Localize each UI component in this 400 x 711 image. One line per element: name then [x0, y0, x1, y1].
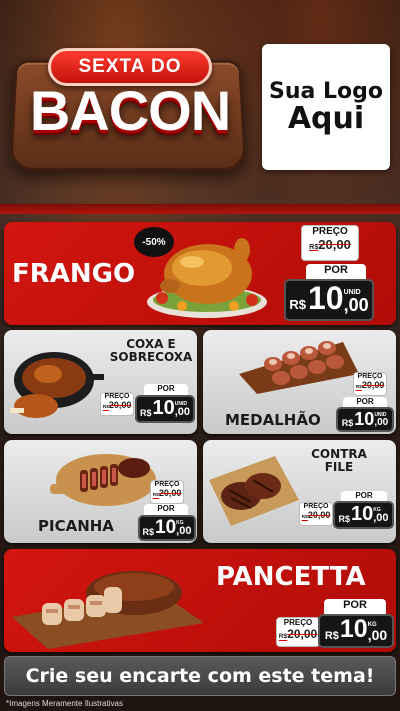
product-name: FRANGO — [12, 259, 136, 289]
contrafile-board-image — [209, 456, 299, 526]
price-box: R$ 10 KG ,00 — [333, 501, 394, 529]
old-price-tag: PREÇO R$20,00 — [301, 225, 359, 261]
disclaimer: *Imagens Meramente Ilustrativas — [6, 699, 123, 708]
campaign-title: BACON — [29, 79, 231, 142]
por-label: POR — [144, 384, 188, 395]
ribbon-text: SEXTA DO — [78, 56, 182, 77]
por-label: POR — [324, 599, 386, 614]
old-price-tag: PREÇO R$20,00 — [299, 502, 333, 526]
picanha-board-image — [50, 454, 156, 506]
old-price-tag: PREÇO R$20,00 — [353, 372, 387, 396]
bacon-medallion-skewers-image — [239, 341, 359, 394]
product-name: PANCETTA — [216, 562, 366, 592]
pancetta-board-image — [12, 571, 204, 649]
old-price: R$20,00 — [278, 627, 318, 641]
price-box: R$ 10 UNID ,00 — [284, 279, 374, 321]
product-name: COXA E SOBRECOXA — [109, 337, 193, 365]
chicken-pan-image — [10, 352, 104, 418]
logo-placeholder: Sua Logo Aqui — [262, 44, 390, 170]
old-price: R$20,00 — [355, 380, 385, 390]
header: SEXTA DO BACON Sua Logo Aqui — [0, 0, 400, 205]
price-box: R$ 10 UNID ,00 — [336, 407, 394, 432]
price-box: R$ 10 UNID ,00 — [135, 395, 195, 423]
header-divider — [0, 204, 400, 214]
por-label: POR — [144, 504, 188, 515]
product-card-frango: FRANGO PREÇO R$20,00 POR R$ 10 UNID ,00 — [4, 222, 396, 325]
price-box: R$ 10 KG ,00 — [138, 515, 196, 541]
logo-text-line2: Aqui — [287, 100, 365, 136]
price-box: R$ 10 KG ,00 — [318, 614, 394, 648]
product-name: CONTRA FILE — [311, 447, 367, 475]
old-price: R$20,00 — [309, 237, 351, 252]
product-card-picanha: PREÇO R$20,00 POR R$ 10 KG ,00 PICANHA — [4, 440, 197, 543]
product-card-coxa: COXA E SOBRECOXA PREÇO R$20,00 POR R$ 10… — [4, 330, 197, 434]
logo-text-line1: Sua Logo — [268, 78, 383, 104]
product-card-contrafile: CONTRA FILE PREÇO R$20,00 POR R$ 10 KG ,0… — [203, 440, 396, 543]
old-price-tag: PREÇO R$20,00 — [150, 480, 184, 504]
product-card-pancetta: PANCETTA POR PREÇO R$20,00 R$ 10 KG ,00 — [4, 549, 396, 652]
old-price: R$20,00 — [102, 400, 132, 410]
cta-text: Crie seu encarte com este tema! — [25, 665, 375, 687]
product-card-medalhao: PREÇO R$20,00 POR R$ 10 UNID ,00 MEDALHÃO — [203, 330, 396, 434]
cta-banner: Crie seu encarte com este tema! — [4, 656, 396, 696]
old-price-tag: PREÇO R$20,00 — [276, 617, 320, 647]
old-price: R$20,00 — [152, 488, 182, 498]
old-price: R$20,00 — [301, 510, 331, 520]
por-label: POR — [306, 264, 366, 279]
product-name: MEDALHÃO — [225, 411, 321, 429]
discount-badge: -50% — [134, 227, 174, 257]
product-name: PICANHA — [38, 517, 114, 535]
old-price-tag: PREÇO R$20,00 — [100, 392, 134, 416]
